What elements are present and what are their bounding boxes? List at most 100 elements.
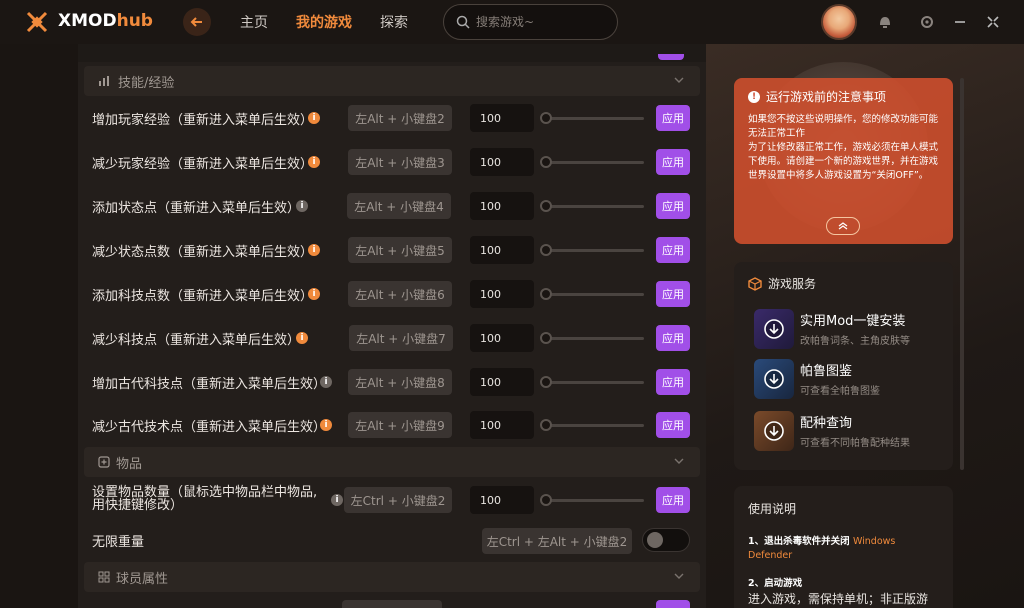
collapse-button[interactable] <box>826 217 860 235</box>
value-slider-handle[interactable] <box>540 376 552 388</box>
service-name: 配种查询 <box>800 416 853 431</box>
search-box[interactable] <box>443 4 618 40</box>
value-slider-track[interactable] <box>542 499 644 502</box>
user-avatar[interactable] <box>821 4 857 40</box>
value-slider-track[interactable] <box>542 161 644 164</box>
top-bar: XMODhub 主页 我的游戏 探索 <box>0 0 1024 44</box>
info-icon[interactable]: i <box>308 244 320 256</box>
info-icon[interactable]: i <box>320 376 332 388</box>
apply-button[interactable]: 应用 <box>656 281 690 307</box>
notice-body: 如果您不按这些说明操作，您的修改功能可能无法正常工作 为了让修改器正常工作，游戏… <box>748 114 939 181</box>
value-slider-handle[interactable] <box>540 200 552 212</box>
arrow-left-icon <box>190 17 202 27</box>
service-item-pal-guide[interactable]: 帕鲁图鉴 可查看全帕鲁图鉴 <box>754 358 944 400</box>
panel-top-edge <box>78 44 706 62</box>
value-input[interactable] <box>470 324 534 352</box>
apply-button[interactable]: 应用 <box>656 193 690 219</box>
services-title: 游戏服务 <box>768 277 817 291</box>
section-header-items[interactable]: 物品 <box>84 447 700 477</box>
usage-step-2: 2、启动游戏 <box>748 578 803 589</box>
hotkey-badge[interactable]: 左Alt + 小键盘7 <box>349 325 453 351</box>
section-header-player-attributes[interactable]: 球员属性 <box>84 562 700 592</box>
apply-button[interactable]: 应用 <box>656 325 690 351</box>
search-input[interactable] <box>476 15 606 29</box>
info-icon[interactable]: i <box>296 332 308 344</box>
nav-explore[interactable]: 探索 <box>380 12 408 32</box>
notification-icon[interactable] <box>876 13 894 31</box>
settings-icon[interactable] <box>918 13 936 31</box>
xmod-logo-icon <box>26 11 48 33</box>
minimize-icon[interactable] <box>951 13 969 31</box>
value-slider-track[interactable] <box>542 249 644 252</box>
info-icon[interactable]: i <box>296 200 308 212</box>
value-input[interactable] <box>470 104 534 132</box>
value-input[interactable] <box>470 368 534 396</box>
option-row: 增加古代科技点（重新进入菜单后生效）i 左Alt + 小键盘8 应用 <box>78 362 706 402</box>
value-slider-handle[interactable] <box>540 244 552 256</box>
value-slider-track[interactable] <box>542 424 644 427</box>
row-label: 增加玩家经验（重新进入菜单后生效） <box>92 113 314 128</box>
value-slider-handle[interactable] <box>540 112 552 124</box>
info-icon[interactable]: i <box>308 156 320 168</box>
hotkey-badge[interactable]: 左Alt + 小键盘6 <box>348 281 452 307</box>
info-icon[interactable]: i <box>331 494 343 506</box>
apply-button[interactable]: 应用 <box>656 487 690 513</box>
item-row-no-weight: 无限重量 左Ctrl + 左Alt + 小键盘2 <box>78 520 706 560</box>
download-icon <box>764 421 784 441</box>
value-slider-handle[interactable] <box>540 156 552 168</box>
value-input[interactable] <box>470 486 534 514</box>
hotkey-badge[interactable]: 左Alt + 小键盘3 <box>348 149 452 175</box>
apply-button[interactable]: 应用 <box>656 149 690 175</box>
row-label: 减少状态点数（重新进入菜单后生效） <box>92 245 314 260</box>
notice-title: 运行游戏前的注意事项 <box>766 90 887 104</box>
value-slider-track[interactable] <box>542 205 644 208</box>
value-slider-handle[interactable] <box>540 288 552 300</box>
value-input[interactable] <box>470 411 534 439</box>
apply-button[interactable]: 应用 <box>656 369 690 395</box>
row-label: 减少古代技术点（重新进入菜单后生效） <box>92 420 327 435</box>
row-label: 无限重量 <box>92 535 145 550</box>
hotkey-badge[interactable]: 左Alt + 小键盘5 <box>348 237 452 263</box>
hotkey-badge[interactable]: 左Alt + 小键盘8 <box>348 369 452 395</box>
value-slider-track[interactable] <box>542 117 644 120</box>
value-input[interactable] <box>470 148 534 176</box>
nav-my-games[interactable]: 我的游戏 <box>296 12 352 32</box>
apply-button[interactable]: 应用 <box>656 105 690 131</box>
value-input[interactable] <box>470 280 534 308</box>
usage-title: 使用说明 <box>748 502 797 516</box>
hotkey-badge[interactable]: 左Ctrl + 左Alt + 小键盘2 <box>482 528 632 554</box>
no-weight-toggle[interactable] <box>642 528 690 552</box>
service-name: 帕鲁图鉴 <box>800 364 853 379</box>
usage-step-1: 1、退出杀毒软件并关闭 Windows Defender <box>748 536 896 561</box>
hotkey-badge[interactable]: 左Alt + 小键盘2 <box>348 105 452 131</box>
hotkey-badge[interactable]: 左Ctrl + 小键盘2 <box>344 487 452 513</box>
nav-home[interactable]: 主页 <box>240 12 268 32</box>
info-icon[interactable]: i <box>308 112 320 124</box>
info-icon[interactable]: i <box>320 419 332 431</box>
value-slider-track[interactable] <box>542 381 644 384</box>
right-scrollbar[interactable] <box>960 78 964 470</box>
info-icon[interactable]: i <box>308 288 320 300</box>
service-desc: 改帕鲁词条、主角皮肤等 <box>800 336 910 347</box>
value-slider-track[interactable] <box>542 337 644 340</box>
next-row-partial <box>342 600 442 608</box>
option-row: 减少科技点（重新进入菜单后生效）i 左Alt + 小键盘7 应用 <box>78 318 706 358</box>
service-item-mod-install[interactable]: 实用Mod一键安装 改帕鲁词条、主角皮肤等 <box>754 308 944 350</box>
value-slider-handle[interactable] <box>540 332 552 344</box>
hotkey-badge[interactable]: 左Alt + 小键盘9 <box>348 412 452 438</box>
back-button[interactable] <box>183 8 211 36</box>
hotkey-badge[interactable]: 左Alt + 小键盘4 <box>347 193 451 219</box>
row-label: 添加科技点数（重新进入菜单后生效） <box>92 289 314 304</box>
value-slider-track[interactable] <box>542 293 644 296</box>
value-input[interactable] <box>470 192 534 220</box>
value-slider-handle[interactable] <box>540 494 552 506</box>
apply-button[interactable]: 应用 <box>656 412 690 438</box>
row-label: 添加状态点（重新进入菜单后生效） <box>92 201 301 216</box>
usage-instructions-card: 使用说明 1、退出杀毒软件并关闭 Windows Defender 2、启动游戏… <box>734 486 953 608</box>
value-input[interactable] <box>470 236 534 264</box>
value-slider-handle[interactable] <box>540 419 552 431</box>
service-item-breeding-query[interactable]: 配种查询 可查看不同帕鲁配种结果 <box>754 410 944 452</box>
section-header-skills[interactable]: 技能/经验 <box>84 66 700 96</box>
apply-button[interactable]: 应用 <box>656 237 690 263</box>
close-icon[interactable] <box>984 13 1002 31</box>
